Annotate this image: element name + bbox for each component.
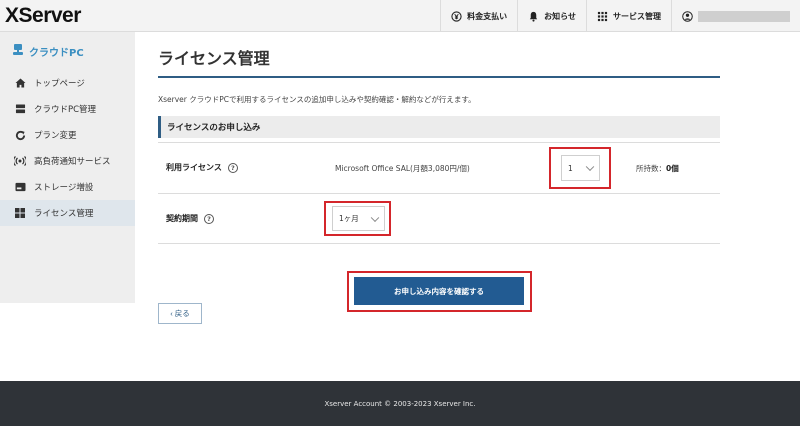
- quantity-select[interactable]: 1: [561, 155, 600, 181]
- period-select[interactable]: 1ヶ月: [332, 206, 385, 231]
- stock-count: 所持数：0個: [636, 163, 679, 174]
- sidebar-item-label: ライセンス管理: [34, 209, 94, 219]
- nav-news-label: お知らせ: [544, 11, 576, 21]
- sidebar: クラウドPC トップページ クラウドPC管理 プラン変更 高負荷通知サービス ス…: [0, 32, 135, 303]
- sidebar-item-label: ストレージ増設: [34, 183, 94, 193]
- sidebar-brand[interactable]: クラウドPC: [0, 32, 135, 70]
- top-header: XServer 料金支払い お知らせ サービス管理: [0, 0, 800, 32]
- help-icon[interactable]: ?: [227, 162, 238, 173]
- home-icon: [14, 78, 26, 88]
- yen-circle-icon: [451, 10, 462, 22]
- page: XServer 料金支払い お知らせ サービス管理 クラウドPC トップページ …: [0, 0, 800, 426]
- main-content: ライセンス管理 Xserver クラウドPCで利用するライセンスの追加申し込みや…: [158, 45, 720, 244]
- bell-icon: [528, 11, 539, 22]
- sidebar-item-label: クラウドPC管理: [34, 105, 97, 115]
- section-title: ライセンスのお申し込み: [158, 116, 720, 138]
- sidebar-item-cloudpc[interactable]: クラウドPC管理: [0, 96, 135, 122]
- stock-value: 0個: [666, 164, 679, 173]
- chevron-down-icon: [370, 213, 380, 222]
- license-product: Microsoft Office SAL(月額3,080円/個): [335, 164, 470, 173]
- license-row: 利用ライセンス ? Microsoft Office SAL(月額3,080円/…: [158, 142, 720, 194]
- back-button[interactable]: ‹ 戻る: [158, 303, 202, 324]
- sidebar-brand-label: クラウドPC: [29, 47, 84, 59]
- sidebar-item-storage[interactable]: ストレージ増設: [0, 174, 135, 200]
- help-icon[interactable]: ?: [204, 213, 214, 224]
- license-label: 利用ライセンス: [166, 163, 222, 172]
- nav-payment-label: 料金支払い: [467, 11, 508, 21]
- storage-icon: [14, 182, 26, 192]
- chevron-down-icon: [585, 162, 595, 172]
- term-label-wrap: 契約期間 ?: [166, 213, 214, 224]
- term-row: 契約期間 ? 1ヶ月: [158, 194, 720, 244]
- term-label: 契約期間: [166, 214, 198, 223]
- footer-copyright: Xserver Account © 2003-2023 Xserver Inc.: [324, 399, 476, 408]
- windows-icon: [14, 208, 26, 218]
- stock-label: 所持数：: [636, 164, 666, 173]
- page-title: ライセンス管理: [158, 45, 720, 78]
- signal-icon: [14, 156, 26, 166]
- sidebar-item-label: トップページ: [34, 79, 85, 89]
- sidebar-item-label: 高負荷通知サービス: [34, 157, 111, 167]
- license-label-wrap: 利用ライセンス ?: [166, 162, 238, 173]
- footer: Xserver Account © 2003-2023 Xserver Inc.: [0, 381, 800, 426]
- sidebar-item-plan[interactable]: プラン変更: [0, 122, 135, 148]
- sidebar-item-label: プラン変更: [34, 131, 77, 141]
- page-description: Xserver クラウドPCで利用するライセンスの追加申し込みや契約確認・解約な…: [158, 95, 476, 104]
- user-name-redacted: [698, 10, 790, 22]
- sidebar-item-alert[interactable]: 高負荷通知サービス: [0, 148, 135, 174]
- server-icon: [14, 104, 26, 114]
- cloud-pc-icon: [12, 43, 24, 59]
- confirm-button[interactable]: お申し込み内容を確認する: [354, 277, 524, 305]
- sidebar-item-license[interactable]: ライセンス管理: [0, 200, 135, 226]
- nav-payment[interactable]: 料金支払い: [440, 0, 517, 32]
- nav-news[interactable]: お知らせ: [517, 0, 586, 32]
- top-nav: 料金支払い お知らせ サービス管理: [440, 0, 800, 32]
- xserver-logo[interactable]: XServer: [5, 4, 81, 28]
- user-icon: [682, 10, 693, 22]
- grid-icon: [597, 11, 608, 22]
- user-menu[interactable]: [671, 0, 800, 32]
- period-value: 1ヶ月: [339, 214, 359, 223]
- nav-service[interactable]: サービス管理: [586, 0, 671, 32]
- sidebar-item-top[interactable]: トップページ: [0, 70, 135, 96]
- nav-service-label: サービス管理: [613, 11, 661, 21]
- refresh-icon: [14, 130, 26, 141]
- quantity-value: 1: [568, 163, 573, 173]
